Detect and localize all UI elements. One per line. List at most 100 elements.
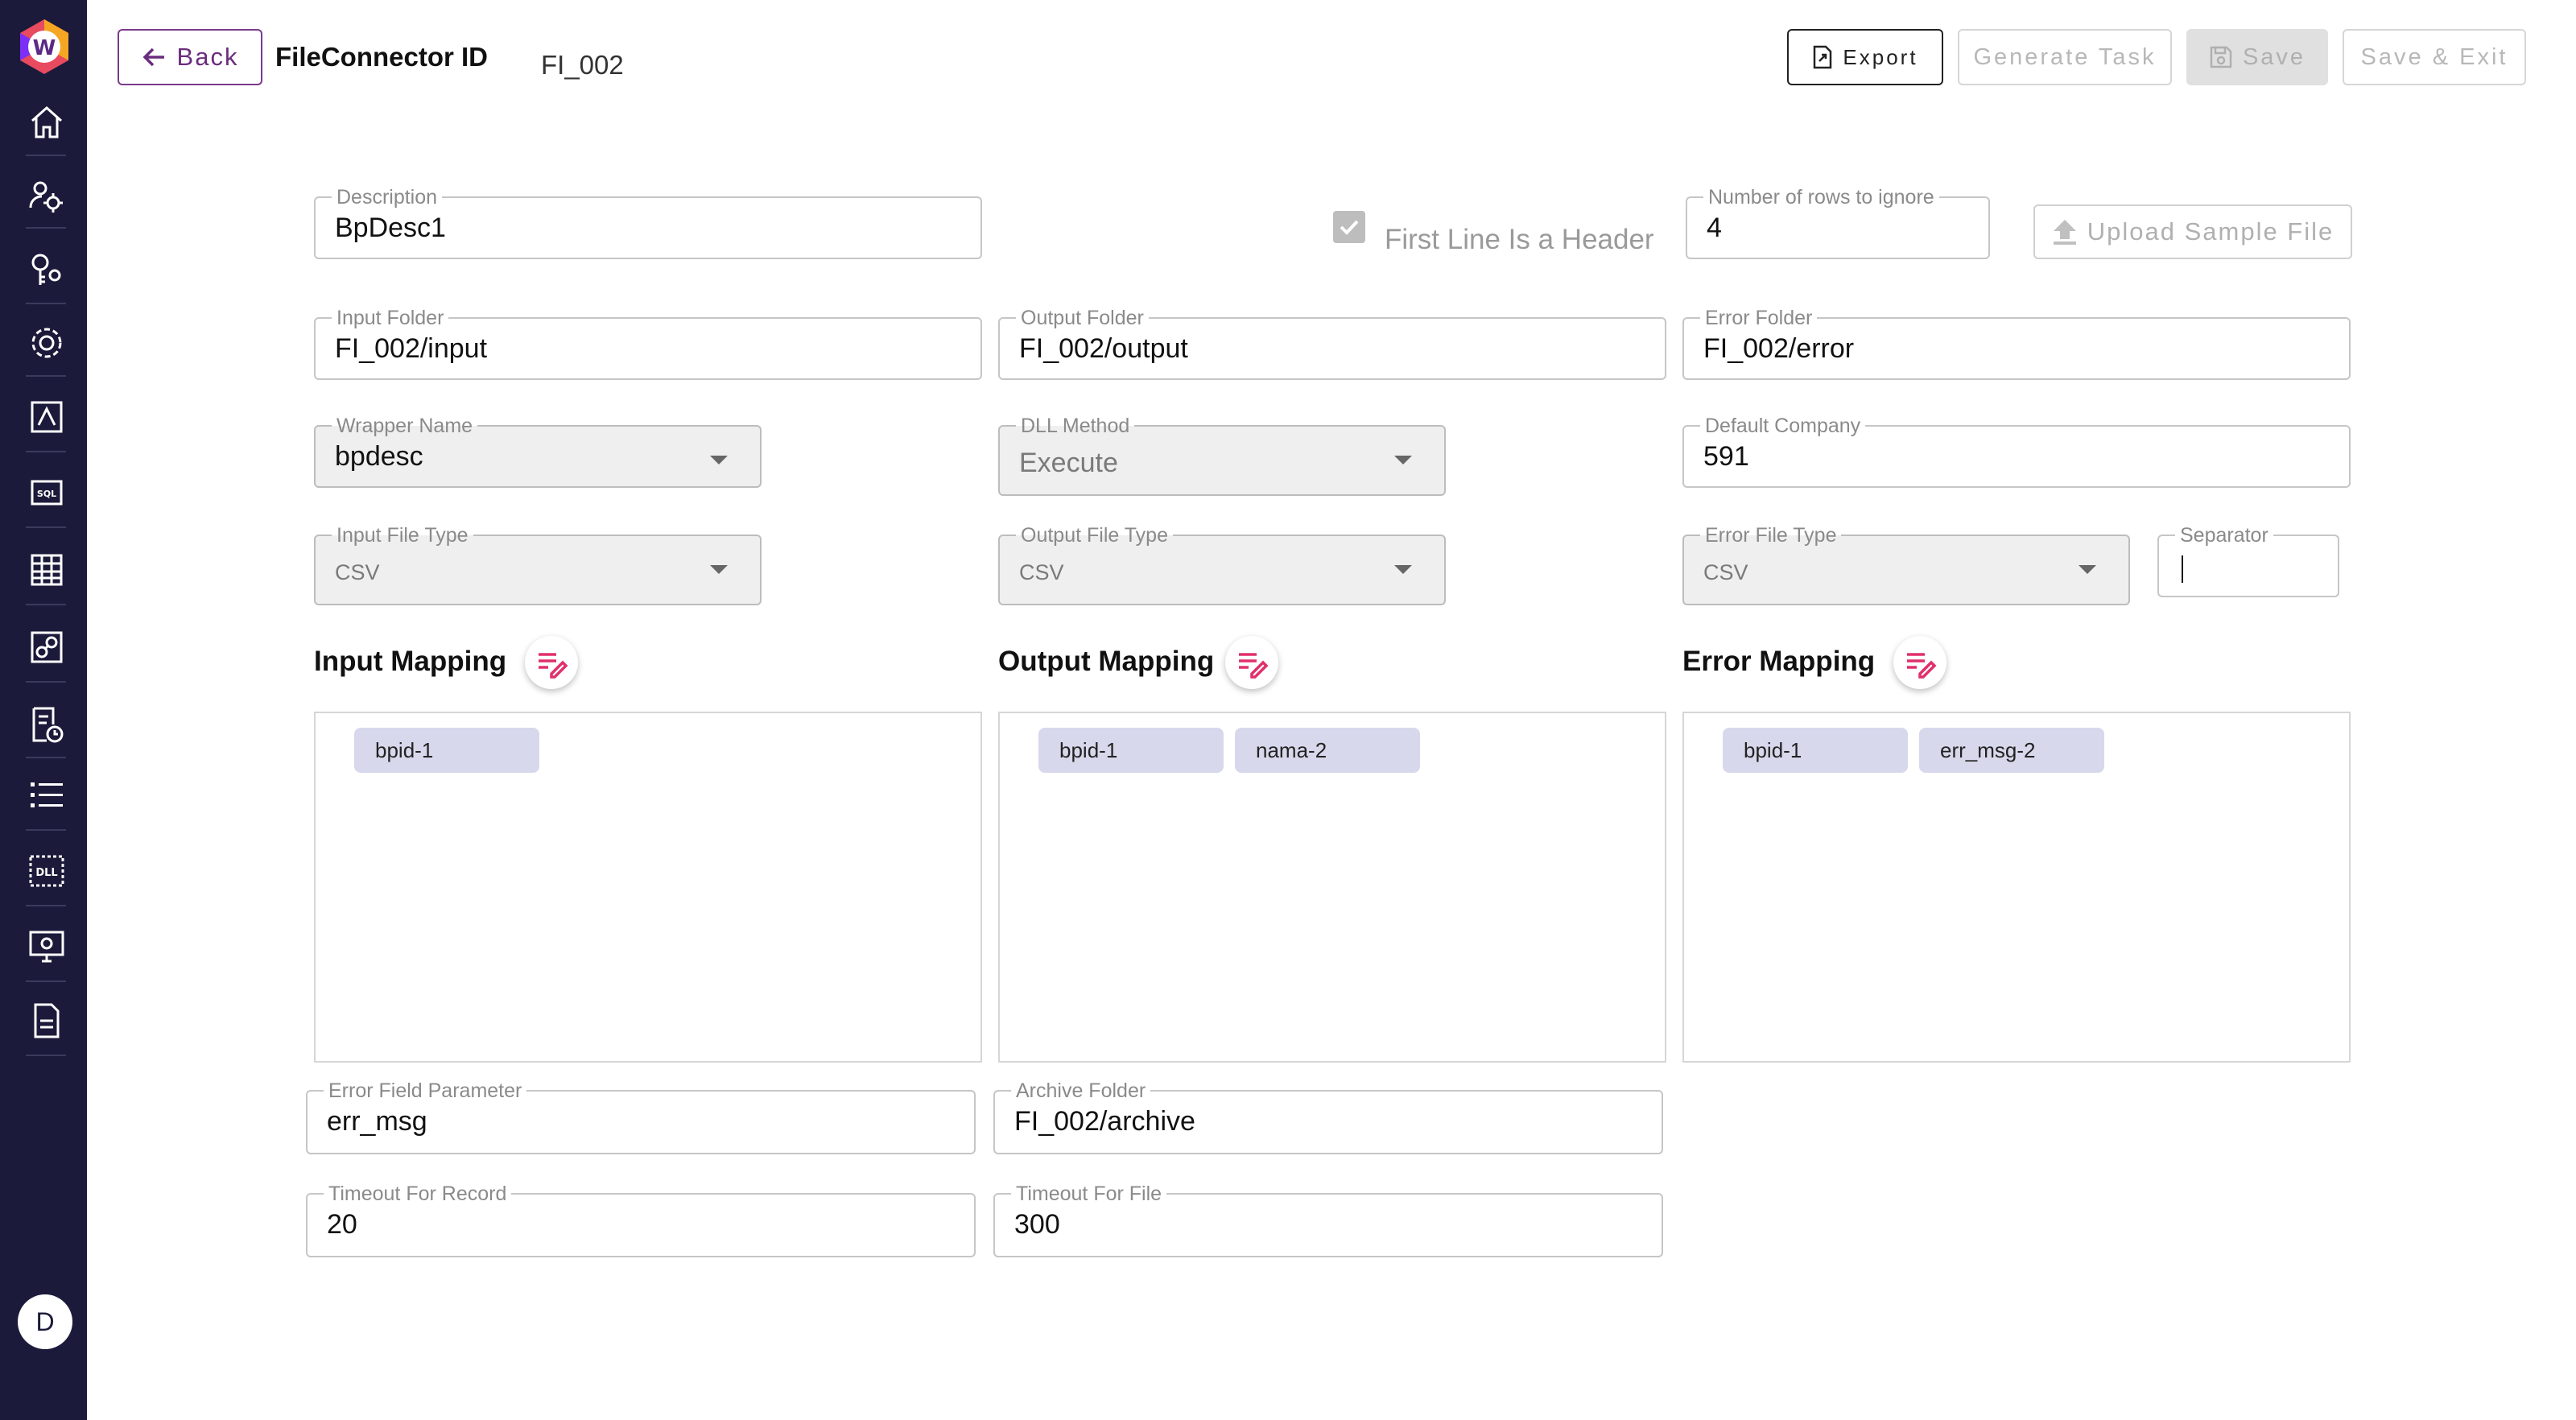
sidebar-divider [26, 681, 66, 683]
export-button-label: Export [1843, 44, 1918, 69]
sidebar-divider [26, 451, 66, 452]
mapping-chip[interactable]: bpid-1 [1723, 728, 1908, 773]
description-field[interactable]: Description BpDesc1 [314, 187, 982, 259]
output-folder-value: FI_002/output [1019, 333, 1188, 364]
separator-label: Separator [2175, 525, 2273, 546]
timeout-record-label: Timeout For Record [324, 1183, 512, 1204]
generate-task-button[interactable]: Generate Task [1958, 29, 2172, 85]
edit-list-icon [539, 653, 568, 679]
error-field-parameter-label: Error Field Parameter [324, 1080, 527, 1101]
dll-method-label: DLL Method [1016, 415, 1135, 436]
wrapper-name-select[interactable]: Wrapper Name bpdesc [314, 415, 762, 488]
save-exit-button[interactable]: Save & Exit [2343, 29, 2526, 85]
wrapper-name-label: Wrapper Name [332, 415, 478, 436]
users-gear-icon[interactable] [24, 174, 69, 219]
upload-sample-file-label: Upload Sample File [2087, 217, 2334, 246]
connector-id-value: FI_002 [541, 50, 624, 80]
output-folder-field[interactable]: Output Folder FI_002/output [998, 308, 1666, 380]
error-file-type-label: Error File Type [1700, 525, 1842, 546]
upload-sample-file-button[interactable]: Upload Sample File [2033, 204, 2352, 259]
edit-input-mapping-button[interactable] [525, 636, 578, 689]
input-folder-field[interactable]: Input Folder FI_002/input [314, 308, 982, 380]
archive-folder-field[interactable]: Archive Folder FI_002/archive [993, 1080, 1663, 1154]
output-folder-label: Output Folder [1016, 308, 1149, 328]
save-button[interactable]: Save [2186, 29, 2328, 85]
export-button[interactable]: Export [1787, 29, 1943, 85]
input-folder-value: FI_002/input [335, 333, 488, 364]
error-folder-field[interactable]: Error Folder FI_002/error [1682, 308, 2351, 380]
output-file-type-label: Output File Type [1016, 525, 1173, 546]
upload-icon [2053, 220, 2076, 245]
rows-to-ignore-value: 4 [1707, 213, 1722, 243]
mapping-chip[interactable]: nama-2 [1235, 728, 1420, 773]
dll-icon[interactable]: DLL [24, 848, 69, 894]
error-field-parameter-field[interactable]: Error Field Parameter err_msg [306, 1080, 976, 1154]
default-company-field[interactable]: Default Company 591 [1682, 415, 2351, 488]
sidebar-divider [26, 1055, 66, 1056]
check-icon [1340, 220, 1359, 235]
error-mapping-box: bpid-1 err_msg-2 [1682, 712, 2351, 1063]
sql-icon[interactable]: SQL [24, 470, 69, 515]
sidebar-divider [26, 526, 66, 528]
edit-output-mapping-button[interactable] [1225, 636, 1278, 689]
first-line-header-checkbox[interactable] [1333, 211, 1365, 243]
rows-to-ignore-label: Number of rows to ignore [1703, 187, 1939, 208]
error-field-parameter-value: err_msg [327, 1106, 427, 1137]
dll-method-select[interactable]: DLL Method Execute [998, 415, 1446, 496]
save-icon [2210, 46, 2232, 68]
mapping-chip[interactable]: bpid-1 [1038, 728, 1224, 773]
arrow-left-icon [142, 47, 164, 67]
timeout-record-value: 20 [327, 1209, 357, 1240]
list-icon[interactable] [24, 773, 69, 818]
sidebar-divider [26, 227, 66, 229]
timeout-file-field[interactable]: Timeout For File 300 [993, 1183, 1663, 1257]
output-file-type-value: CSV [1019, 560, 1064, 584]
sidebar-divider [26, 905, 66, 906]
timeout-record-field[interactable]: Timeout For Record 20 [306, 1183, 976, 1257]
chevron-down-icon [710, 565, 728, 574]
description-label: Description [332, 187, 443, 208]
svg-text:DLL: DLL [35, 867, 57, 879]
output-mapping-box: bpid-1 nama-2 [998, 712, 1666, 1063]
table-icon[interactable] [24, 547, 69, 592]
key-gear-icon[interactable] [24, 246, 69, 291]
link-icon[interactable] [24, 625, 69, 670]
sidebar-divider [26, 604, 66, 605]
input-file-type-label: Input File Type [332, 525, 473, 546]
timeout-file-value: 300 [1014, 1209, 1060, 1240]
error-mapping-title: Error Mapping [1682, 646, 1876, 677]
gear-icon[interactable] [24, 320, 69, 365]
mapping-chip[interactable]: bpid-1 [354, 728, 539, 773]
input-mapping-box: bpid-1 [314, 712, 982, 1063]
rows-to-ignore-field[interactable]: Number of rows to ignore 4 [1686, 187, 1990, 259]
chevron-down-icon [2079, 565, 2096, 574]
home-icon[interactable] [24, 100, 69, 145]
output-file-type-select[interactable]: Output File Type CSV [998, 525, 1446, 605]
mapping-chip[interactable]: err_msg-2 [1919, 728, 2104, 773]
schedule-icon[interactable] [24, 702, 69, 747]
document-icon[interactable] [24, 998, 69, 1043]
edit-error-mapping-button[interactable] [1893, 636, 1946, 689]
separator-field[interactable]: Separator [2157, 525, 2339, 597]
app-logo[interactable]: W [18, 18, 71, 76]
dll-method-value: Execute [1019, 448, 1118, 478]
chevron-down-icon [710, 456, 728, 464]
input-file-type-select[interactable]: Input File Type CSV [314, 525, 762, 605]
desktop-settings-icon[interactable] [24, 924, 69, 969]
save-exit-label: Save & Exit [2360, 43, 2508, 70]
output-mapping-title: Output Mapping [998, 646, 1215, 677]
back-button[interactable]: Back [118, 29, 262, 85]
monitor-chart-icon[interactable] [24, 394, 69, 440]
back-button-label: Back [176, 43, 239, 71]
sidebar: W SQL DLL D [0, 0, 87, 1420]
page-title: FileConnector ID [275, 42, 489, 72]
first-line-header-label: First Line Is a Header [1385, 224, 1654, 255]
error-folder-value: FI_002/error [1703, 333, 1855, 364]
edit-list-icon [1907, 653, 1937, 679]
wrapper-name-value: bpdesc [335, 441, 423, 472]
default-company-label: Default Company [1700, 415, 1866, 436]
archive-folder-label: Archive Folder [1011, 1080, 1151, 1101]
sidebar-divider [26, 980, 66, 982]
error-file-type-select[interactable]: Error File Type CSV [1682, 525, 2130, 605]
avatar[interactable]: D [18, 1294, 72, 1349]
